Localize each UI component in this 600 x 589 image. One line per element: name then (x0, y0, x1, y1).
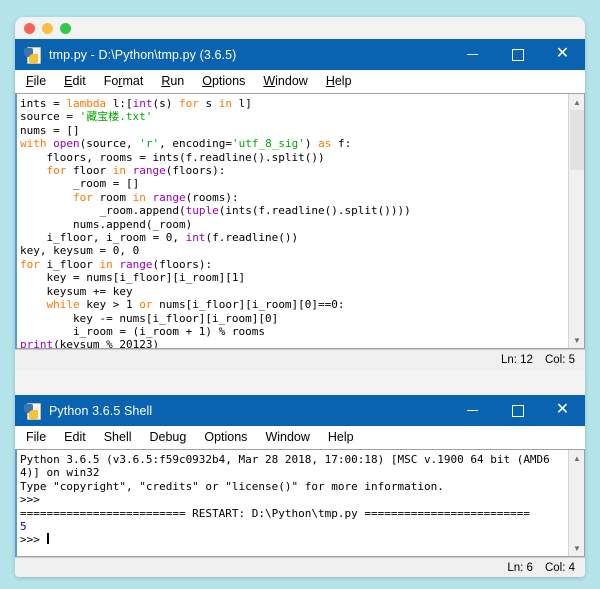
close-icon: ✕ (555, 44, 570, 62)
shell-scroll-down-icon[interactable]: ▼ (569, 540, 584, 556)
editor-titlebar[interactable]: tmp.py - D:\Python\tmp.py (3.6.5) ✕ (15, 39, 585, 70)
shell-maximize-button[interactable] (495, 395, 540, 426)
python-shell-icon (24, 402, 42, 420)
editor-line-indicator: Ln: 12 (500, 354, 533, 366)
editor-column-indicator: Col: 5 (544, 354, 575, 366)
minimize-icon (467, 54, 478, 55)
close-dot[interactable] (24, 22, 35, 34)
editor-scroll-down-icon[interactable]: ▼ (569, 332, 584, 348)
shell-menu-options[interactable]: Options (204, 430, 247, 444)
editor-window-controls: ✕ (450, 39, 585, 70)
maximize-icon (511, 404, 524, 417)
editor-text-area[interactable]: ints = lambda l:[int(s) for s in l] sour… (15, 93, 585, 349)
editor-statusbar: Ln: 12 Col: 5 (15, 349, 585, 370)
editor-menubar: File Edit Format Run Options Window Help (15, 70, 585, 93)
editor-scrollbar[interactable]: ▲ ▼ (568, 94, 584, 348)
zoom-dot[interactable] (60, 22, 71, 34)
idle-editor-window: tmp.py - D:\Python\tmp.py (3.6.5) ✕ File… (15, 39, 585, 370)
shell-menu-debug[interactable]: Debug (150, 430, 187, 444)
idle-shell-window: Python 3.6.5 Shell ✕ File Edit Shell Deb… (15, 395, 585, 577)
desktop-background: tmp.py - D:\Python\tmp.py (3.6.5) ✕ File… (0, 0, 600, 589)
menu-window[interactable]: Window (263, 74, 307, 88)
shell-window-controls: ✕ (450, 395, 585, 426)
shell-menu-file[interactable]: File (26, 430, 46, 444)
menu-edit[interactable]: Edit (64, 74, 86, 88)
source-code[interactable]: ints = lambda l:[int(s) for s in l] sour… (17, 94, 584, 348)
minimize-icon (467, 410, 478, 411)
editor-maximize-button[interactable] (495, 39, 540, 70)
shell-line-indicator: Ln: 6 (507, 562, 533, 574)
menu-file[interactable]: File (26, 74, 46, 88)
shell-menu-edit[interactable]: Edit (64, 430, 86, 444)
shell-minimize-button[interactable] (450, 395, 495, 426)
mac-titlebar[interactable] (15, 17, 585, 39)
shell-menubar: File Edit Shell Debug Options Window Hel… (15, 426, 585, 449)
maximize-icon (511, 48, 524, 61)
editor-close-button[interactable]: ✕ (540, 39, 585, 70)
shell-output[interactable]: Python 3.6.5 (v3.6.5:f59c0932b4, Mar 28 … (17, 450, 584, 547)
python-file-icon (24, 46, 42, 64)
shell-scrollbar[interactable]: ▲ ▼ (568, 450, 584, 556)
menu-format[interactable]: Format (104, 74, 144, 88)
editor-minimize-button[interactable] (450, 39, 495, 70)
close-icon: ✕ (555, 400, 570, 418)
shell-title: Python 3.6.5 Shell (49, 403, 153, 418)
shell-scroll-up-icon[interactable]: ▲ (569, 450, 584, 466)
shell-menu-help[interactable]: Help (328, 430, 354, 444)
editor-title: tmp.py - D:\Python\tmp.py (3.6.5) (49, 47, 237, 62)
menu-run[interactable]: Run (161, 74, 184, 88)
outer-window-frame: tmp.py - D:\Python\tmp.py (3.6.5) ✕ File… (15, 17, 585, 577)
menu-options[interactable]: Options (202, 74, 245, 88)
shell-text-area[interactable]: Python 3.6.5 (v3.6.5:f59c0932b4, Mar 28 … (15, 449, 585, 557)
shell-menu-shell[interactable]: Shell (104, 430, 132, 444)
shell-menu-window[interactable]: Window (265, 430, 309, 444)
shell-column-indicator: Col: 4 (544, 562, 575, 574)
shell-titlebar[interactable]: Python 3.6.5 Shell ✕ (15, 395, 585, 426)
editor-scroll-up-icon[interactable]: ▲ (569, 94, 584, 110)
shell-close-button[interactable]: ✕ (540, 395, 585, 426)
editor-scroll-thumb[interactable] (570, 110, 584, 170)
menu-help[interactable]: Help (326, 74, 352, 88)
shell-statusbar: Ln: 6 Col: 4 (15, 557, 585, 577)
minimize-dot[interactable] (42, 22, 53, 34)
